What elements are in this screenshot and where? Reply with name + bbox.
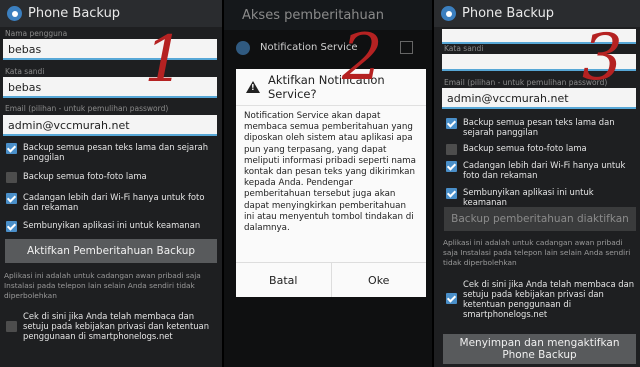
- notification-service-icon: [236, 41, 250, 55]
- checkbox-checked-icon: [446, 161, 457, 172]
- option-hide-app[interactable]: Sembunyikan aplikasi ini untuk keamanan: [446, 187, 638, 207]
- notification-backup-enabled-button: Backup pemberitahuan diaktifkan: [444, 207, 636, 231]
- warning-icon: [246, 81, 260, 93]
- option-label: Sembunyikan aplikasi ini untuk keamanan: [23, 220, 201, 230]
- password-label: Kata sandi: [444, 44, 484, 53]
- checkbox-checked-icon: [446, 293, 457, 304]
- panel-step-2: Akses pemberitahuan Notification Service…: [224, 0, 432, 367]
- password-label: Kata sandi: [5, 67, 45, 76]
- app-title: Phone Backup: [462, 6, 555, 21]
- email-field[interactable]: admin@vccmurah.net: [3, 115, 217, 136]
- option-wifi-only[interactable]: Cadangan lebih dari Wi-Fi hanya untuk fo…: [6, 192, 216, 212]
- step-number: 3: [582, 21, 623, 95]
- checkbox-checked-icon: [6, 221, 17, 232]
- option-wifi-only[interactable]: Cadangan lebih dari Wi-Fi hanya untuk fo…: [446, 160, 638, 180]
- option-backup-photos[interactable]: Backup semua foto-foto lama: [446, 143, 638, 155]
- panel-step-1: Phone Backup Nama pengguna bebas Kata sa…: [0, 0, 222, 367]
- checkbox-unchecked-icon: [6, 321, 17, 332]
- agree-label: Cek di sini jika Anda telah membaca dan …: [463, 279, 635, 319]
- username-field[interactable]: bebas: [3, 39, 217, 60]
- option-backup-sms[interactable]: Backup semua pesan teks lama dan sejarah…: [446, 117, 638, 137]
- ok-button[interactable]: Oke: [332, 263, 427, 297]
- checkbox-checked-icon: [6, 143, 17, 154]
- screen-title: Akses pemberitahuan: [224, 0, 432, 30]
- info-text: Aplikasi ini adalah untuk cadangan awan …: [443, 238, 631, 267]
- dialog-title-row: Aktifkan Notification Service?: [236, 69, 426, 106]
- option-label: Backup semua pesan teks lama dan sejarah…: [463, 117, 615, 137]
- app-icon: [441, 6, 456, 21]
- username-label: Nama pengguna: [5, 29, 68, 38]
- option-label: Cadangan lebih dari Wi-Fi hanya untuk fo…: [463, 160, 626, 180]
- info-text: Aplikasi ini adalah untuk cadangan awan …: [4, 271, 201, 300]
- step-number: 2: [342, 21, 383, 95]
- notification-service-checkbox[interactable]: [400, 41, 413, 54]
- email-label: Email (pilihan - untuk pemulihan passwor…: [5, 104, 169, 113]
- enable-service-dialog: Aktifkan Notification Service? Notificat…: [236, 69, 426, 297]
- cancel-button[interactable]: Batal: [236, 263, 332, 297]
- option-hide-app[interactable]: Sembunyikan aplikasi ini untuk keamanan: [6, 220, 216, 232]
- dialog-buttons: Batal Oke: [236, 262, 426, 297]
- app-bar: Phone Backup: [0, 0, 222, 27]
- agree-label: Cek di sini jika Anda telah membaca dan …: [23, 311, 209, 341]
- agree-checkbox-row[interactable]: Cek di sini jika Anda telah membaca dan …: [6, 311, 218, 341]
- dialog-message: Notification Service akan dapat membaca …: [244, 111, 416, 234]
- app-title: Phone Backup: [28, 6, 121, 21]
- password-field[interactable]: bebas: [3, 77, 217, 98]
- enable-notification-backup-button[interactable]: Aktifkan Pemberitahuan Backup: [5, 239, 217, 263]
- checkbox-checked-icon: [446, 188, 457, 199]
- option-label: Cadangan lebih dari Wi-Fi hanya untuk fo…: [23, 192, 205, 212]
- checkbox-checked-icon: [6, 193, 17, 204]
- agree-checkbox-row[interactable]: Cek di sini jika Anda telah membaca dan …: [446, 279, 638, 319]
- option-label: Backup semua foto-foto lama: [463, 143, 587, 153]
- checkbox-unchecked-icon: [6, 172, 17, 183]
- option-label: Sembunyikan aplikasi ini untuk keamanan: [463, 187, 594, 207]
- option-backup-photos[interactable]: Backup semua foto-foto lama: [6, 171, 216, 183]
- option-backup-sms[interactable]: Backup semua pesan teks lama dan sejarah…: [6, 142, 216, 162]
- app-icon: [7, 6, 22, 21]
- checkbox-checked-icon: [446, 118, 457, 129]
- option-label: Backup semua pesan teks lama dan sejarah…: [23, 142, 209, 162]
- save-and-activate-button[interactable]: Menyimpan dan mengaktifkan Phone Backup: [443, 334, 636, 364]
- checkbox-unchecked-icon: [446, 144, 457, 155]
- step-number: 1: [144, 23, 185, 97]
- option-label: Backup semua foto-foto lama: [23, 171, 147, 181]
- panel-step-3: Phone Backup Kata sandi Email (pilihan -…: [434, 0, 640, 367]
